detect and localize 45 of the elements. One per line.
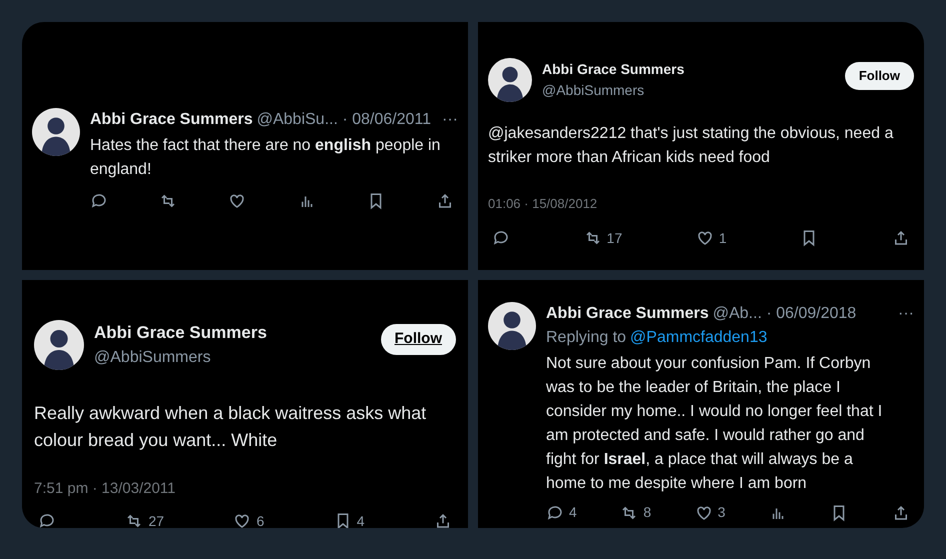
replying-label: Replying to	[546, 328, 626, 348]
post-text: Really awkward when a black waitress asks what colour bread you want... White	[34, 402, 428, 452]
author-handle: @AbbiSummers	[94, 348, 212, 368]
follow-button[interactable]: Follow	[844, 62, 914, 90]
author-name: Abbi Grace Summers	[542, 60, 686, 79]
action-count: 17	[606, 228, 622, 248]
reply-icon[interactable]	[546, 504, 564, 522]
action-count: 4	[356, 512, 365, 528]
avatar	[32, 108, 80, 156]
repost-icon[interactable]	[159, 192, 178, 210]
repost-icon[interactable]	[584, 229, 602, 247]
repost-icon[interactable]	[125, 512, 144, 528]
action-count: 1	[718, 228, 727, 248]
action-count: 4	[569, 503, 577, 522]
post-handle-date: @Ab... · 06/09/2018	[712, 304, 856, 324]
post-text: Hates the fact that there are no english people in england!	[90, 136, 442, 180]
avatar	[488, 302, 536, 350]
post-timestamp: 7:51 pm · 13/03/2011	[34, 479, 176, 499]
avatar	[488, 58, 532, 102]
post-timestamp: 01:06 · 15/08/2012	[488, 195, 598, 213]
author-name: Abbi Grace Summers	[546, 304, 709, 324]
heart-icon[interactable]	[233, 512, 252, 528]
repost-icon[interactable]	[620, 504, 638, 522]
share-icon[interactable]	[892, 229, 910, 247]
mention-link[interactable]: @Pammcfadden13	[630, 326, 768, 350]
avatar	[34, 320, 84, 370]
author-name: Abbi Grace Summers	[94, 322, 268, 344]
heart-icon[interactable]	[696, 229, 714, 247]
author-handle: @AbbiSummers	[542, 81, 646, 100]
post-text: @jakesanders2212 that's just stating the obvious, need a striker more than African kids need food	[488, 124, 894, 168]
author-name: Abbi Grace Summers	[90, 110, 253, 130]
action-count: 8	[643, 503, 652, 522]
post-handle-date: @AbbiSu... · 08/06/2011	[256, 110, 432, 130]
more-icon[interactable]: ···	[442, 108, 458, 132]
reply-icon[interactable]	[492, 229, 510, 247]
more-icon[interactable]: ···	[898, 302, 914, 326]
action-count: 6	[256, 512, 264, 528]
action-count: 3	[718, 503, 726, 522]
follow-button[interactable]: Follow	[380, 324, 456, 354]
post-text: Not sure about your confusion Pam. If Corbyn was to be the leader of Britain, the place I consider my home.. I would no longer feel that I am protected and safe. I would rather go and fight for Israel, a place that will always be a home to me despite where I am born	[546, 354, 884, 494]
reply-icon[interactable]	[90, 192, 108, 210]
action-count: 27	[148, 512, 164, 528]
reply-icon[interactable]	[38, 512, 56, 528]
heart-icon[interactable]	[694, 504, 713, 522]
heart-icon[interactable]	[228, 192, 246, 210]
